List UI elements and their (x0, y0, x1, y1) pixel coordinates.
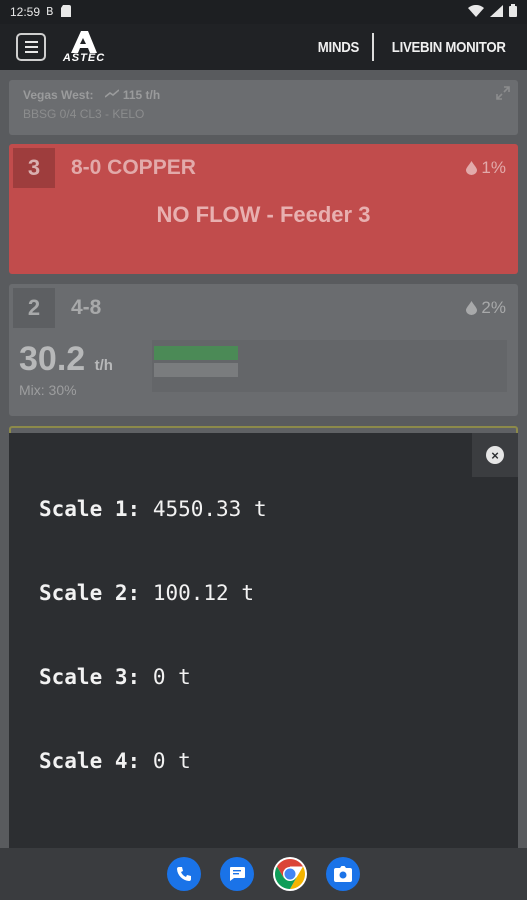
scale-row-2: Scale 2: 100.12 t (39, 581, 254, 605)
plant-name: Vegas West: (23, 88, 94, 102)
moisture-drop-icon (466, 161, 478, 175)
scales-modal: × Scale 1: 4550.33 t Scale 2: 100.12 t S… (9, 433, 518, 848)
scale-label: Scale 2: (39, 581, 141, 605)
close-button[interactable]: × (472, 433, 518, 477)
plant-header-card[interactable]: Vegas West: 115 t/h BBSG 0/4 CL3 - KELO (9, 80, 518, 135)
close-circle-icon: × (486, 446, 504, 464)
bin-material: 4-8 (71, 296, 102, 319)
phone-icon[interactable] (167, 857, 201, 891)
signal-icon (490, 4, 503, 20)
trend-icon (104, 89, 120, 98)
nav-divider (371, 33, 374, 61)
wifi-icon (468, 4, 484, 20)
status-bar: 12:59 B (0, 0, 527, 24)
bin-rate: 30.2 t/h (19, 340, 113, 379)
astec-logo-mark-icon (71, 31, 97, 53)
scale-row-4: Scale 4: 0 t (39, 749, 191, 773)
battery-icon (509, 4, 517, 20)
flow-bar-chart (152, 340, 507, 392)
bin-number: 3 (13, 148, 55, 188)
bin-number: 2 (13, 288, 55, 328)
bin-card-3[interactable]: 3 8-0 COPPER 1% NO FLOW - Feeder 3 (9, 144, 518, 274)
bin-card-2[interactable]: 2 4-8 2% 30.2 t/h Mix: 30% (9, 284, 518, 416)
messages-icon[interactable] (220, 857, 254, 891)
bin-rate-unit: t/h (94, 357, 113, 374)
app-dock (0, 848, 527, 900)
bin-rate-value: 30.2 (19, 340, 86, 378)
camera-icon[interactable] (326, 857, 360, 891)
bin-moisture: 2% (466, 298, 506, 318)
scale-value: 0 t (152, 749, 191, 773)
nav-minds-link[interactable]: MINDS (318, 39, 359, 56)
hamburger-icon-line (24, 46, 38, 48)
target-flow-bar (154, 363, 238, 377)
plant-mix: BBSG 0/4 CL3 - KELO (23, 107, 145, 121)
status-time: 12:59 (10, 5, 41, 19)
expand-icon[interactable] (496, 86, 512, 102)
hamburger-icon-line (24, 51, 38, 53)
actual-flow-bar (154, 346, 238, 360)
moisture-value: 1% (481, 158, 506, 177)
scale-row-1: Scale 1: 4550.33 t (39, 497, 267, 521)
bin-mix: Mix: 30% (19, 382, 77, 398)
app-bar: ASTEC MINDS LIVEBIN MONITOR (0, 24, 527, 70)
astec-logo[interactable]: ASTEC (58, 31, 110, 64)
scale-row-3: Scale 3: 0 t (39, 665, 191, 689)
nav-livebin-monitor-link[interactable]: LIVEBIN MONITOR (391, 39, 505, 56)
plant-rate: 115 t/h (104, 88, 161, 102)
logo-text: ASTEC (62, 52, 106, 64)
scale-value: 100.12 t (152, 581, 254, 605)
menu-button[interactable] (16, 33, 46, 61)
scale-value: 0 t (152, 665, 191, 689)
bin-material: 8-0 COPPER (71, 156, 196, 179)
plant-rate-value: 115 t/h (122, 88, 161, 102)
moisture-value: 2% (481, 298, 506, 317)
svg-text:B: B (46, 5, 54, 16)
bin-moisture: 1% (466, 158, 506, 178)
chrome-icon[interactable] (273, 857, 307, 891)
sd-card-icon (61, 4, 72, 20)
hamburger-icon-line (24, 41, 38, 43)
bin-alert-status: NO FLOW - Feeder 3 (156, 202, 371, 227)
scale-label: Scale 1: (39, 497, 141, 521)
scale-value: 4550.33 t (152, 497, 267, 521)
scale-label: Scale 3: (39, 665, 141, 689)
scale-label: Scale 4: (39, 749, 141, 773)
sim-b-icon: B (46, 5, 55, 19)
moisture-drop-icon (466, 301, 478, 315)
